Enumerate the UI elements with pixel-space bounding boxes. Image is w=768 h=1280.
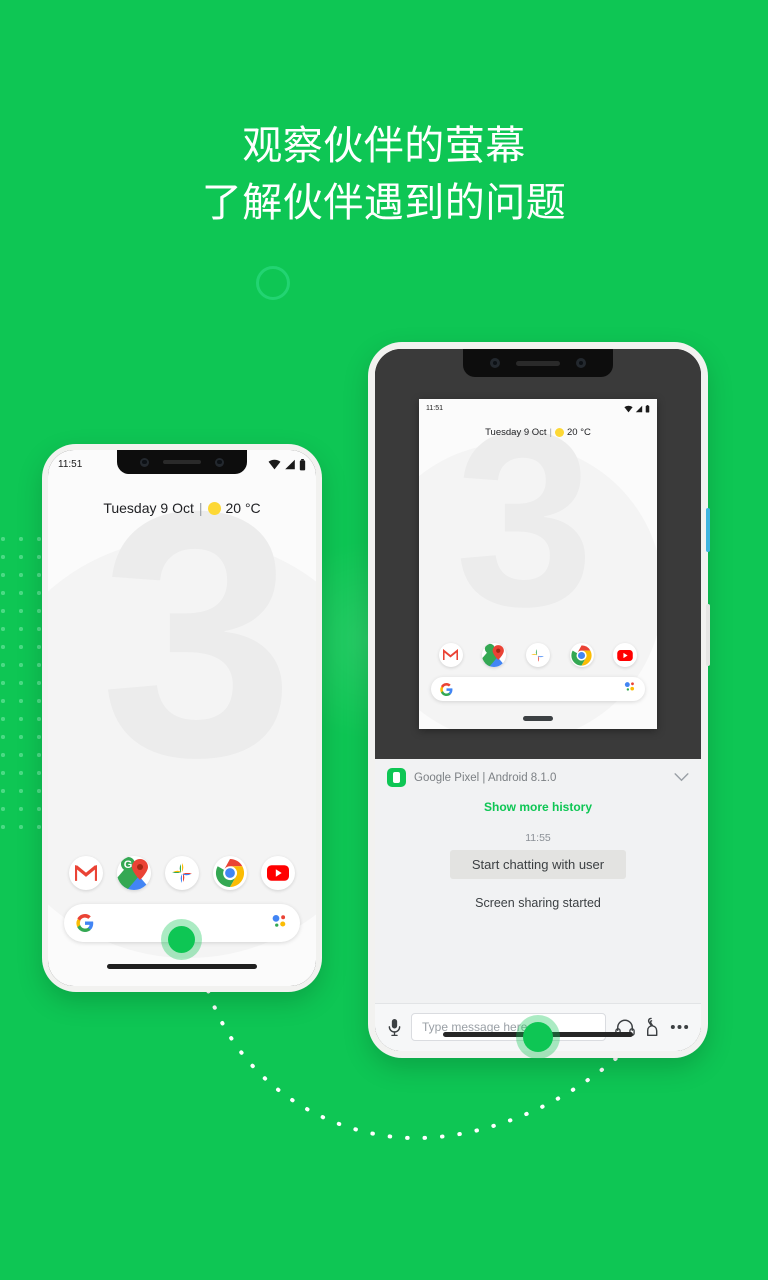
mirrored-google-search-bar[interactable] xyxy=(431,677,645,701)
front-camera-icon xyxy=(576,358,586,368)
bottom-speaker-grille xyxy=(107,964,257,969)
more-options-icon[interactable] xyxy=(670,1024,689,1030)
wifi-icon xyxy=(624,405,633,412)
start-chatting-action[interactable]: Start chatting with user xyxy=(449,850,627,879)
chat-panel: Google Pixel | Android 8.1.0 Show more h… xyxy=(375,759,701,1051)
dock-app-gmail[interactable] xyxy=(438,643,463,667)
google-assistant-icon[interactable] xyxy=(623,680,636,698)
mirrored-status-bar: 11:51 xyxy=(419,399,657,415)
microphone-icon[interactable] xyxy=(387,1018,402,1037)
date-label: Tuesday 9 Oct xyxy=(103,500,194,516)
signal-icon xyxy=(635,405,643,412)
temperature-label: 20 °C xyxy=(225,500,261,516)
earpiece-speaker xyxy=(163,460,201,464)
remote-pointer-icon[interactable] xyxy=(644,1017,661,1038)
ring-decoration xyxy=(256,266,290,300)
svg-text:G: G xyxy=(124,859,133,871)
battery-icon xyxy=(645,404,650,413)
separator-label: | xyxy=(549,427,553,438)
sun-icon xyxy=(555,428,565,437)
show-more-history-link[interactable]: Show more history xyxy=(375,794,701,816)
headline-line-2: 了解伙伴遇到的问题 xyxy=(201,180,567,225)
date-weather-widget: Tuesday 9 Oct | 20 °C xyxy=(48,500,316,516)
temperature-label: 20 °C xyxy=(567,427,591,438)
dock-app-gmail[interactable] xyxy=(69,856,103,890)
status-icons xyxy=(624,404,650,413)
status-time: 11:51 xyxy=(426,405,443,412)
google-g-icon xyxy=(76,914,94,932)
chat-panel-header[interactable]: Google Pixel | Android 8.1.0 xyxy=(375,759,701,794)
volume-button[interactable] xyxy=(706,604,710,666)
touch-cursor-indicator xyxy=(168,926,195,953)
mirrored-app-dock xyxy=(419,643,657,667)
wallpaper-numeral: 3 xyxy=(455,399,595,658)
front-camera-icon xyxy=(490,358,500,368)
battery-icon xyxy=(299,458,306,470)
google-assistant-icon[interactable] xyxy=(270,912,288,935)
dock-app-youtube[interactable] xyxy=(613,643,638,667)
chevron-down-icon[interactable] xyxy=(674,771,689,784)
wifi-icon xyxy=(268,459,281,470)
front-camera-icon xyxy=(140,457,149,467)
phone-bezel: 3 11:51 Tuesday 9 Oct | 20 °C G xyxy=(48,450,316,986)
dock-app-maps[interactable]: G xyxy=(117,856,151,890)
dock-app-maps[interactable] xyxy=(482,643,507,667)
device-phone-icon xyxy=(387,768,406,787)
dock-app-chrome[interactable] xyxy=(569,643,594,667)
status-time: 11:51 xyxy=(58,459,83,470)
dock-app-chrome[interactable] xyxy=(213,856,247,890)
dock-app-youtube[interactable] xyxy=(261,856,295,890)
message-timestamp: 11:55 xyxy=(525,832,551,844)
page-title: 观察伙伴的萤幕 了解伙伴遇到的问题 xyxy=(0,118,768,232)
user-device-preview: 3 11:51 Tuesday 9 Oct | 20 °C G xyxy=(42,444,322,992)
app-dock: G xyxy=(48,856,316,890)
system-message: Screen sharing started xyxy=(475,896,601,910)
phone-screen: 3 11:51 Tuesday 9 Oct | 20 °C Google Pix… xyxy=(375,349,701,1051)
dock-app-photos[interactable] xyxy=(525,643,550,667)
date-label: Tuesday 9 Oct xyxy=(485,427,547,438)
dock-app-photos[interactable] xyxy=(165,856,199,890)
camera-notch xyxy=(463,349,613,377)
earpiece-speaker xyxy=(516,360,560,366)
status-icons xyxy=(268,458,306,471)
sun-icon xyxy=(207,501,221,515)
camera-notch xyxy=(117,450,247,474)
technician-device: 3 11:51 Tuesday 9 Oct | 20 °C Google Pix… xyxy=(368,342,710,1058)
mirrored-screen: 3 11:51 Tuesday 9 Oct | 20 °C xyxy=(419,399,657,729)
headline-line-1: 观察伙伴的萤幕 xyxy=(242,124,526,168)
touch-cursor-indicator xyxy=(523,1022,553,1052)
front-camera-icon xyxy=(215,457,224,467)
phone-screen: 3 11:51 Tuesday 9 Oct | 20 °C G xyxy=(48,450,316,986)
mirrored-home-indicator[interactable] xyxy=(523,716,553,721)
signal-icon xyxy=(285,459,295,470)
mirrored-date-widget: Tuesday 9 Oct | 20 °C xyxy=(419,427,657,438)
power-button[interactable] xyxy=(706,508,710,552)
separator-label: | xyxy=(198,500,203,516)
google-g-icon xyxy=(440,682,453,696)
wallpaper-numeral: 3 xyxy=(100,450,295,830)
phone-bezel: 3 11:51 Tuesday 9 Oct | 20 °C Google Pix… xyxy=(375,349,701,1051)
device-label: Google Pixel | Android 8.1.0 xyxy=(414,771,557,784)
